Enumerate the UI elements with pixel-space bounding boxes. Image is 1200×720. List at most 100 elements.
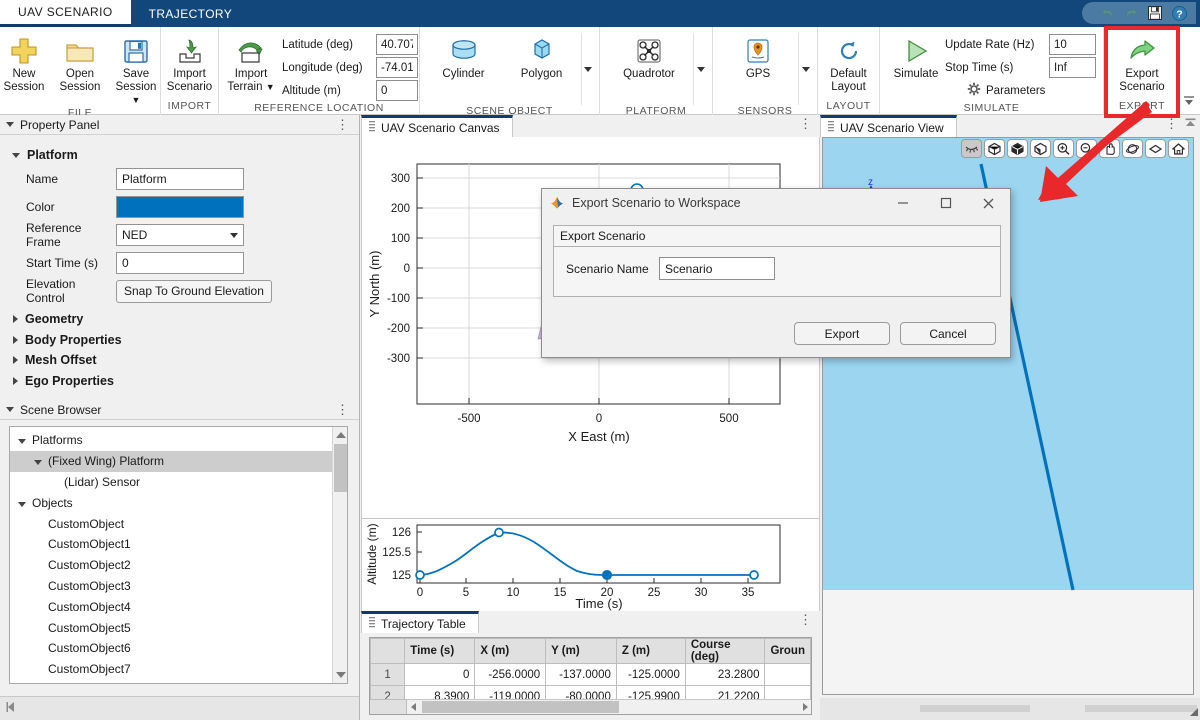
scene-tree-item[interactable]: CustomObject5 xyxy=(10,617,347,638)
default-layout-button[interactable]: Default Layout xyxy=(821,31,877,94)
start-time-input[interactable]: 0 xyxy=(116,252,244,274)
polygon-button[interactable]: Polygon xyxy=(503,31,581,81)
quadrotor-button[interactable]: Quadrotor xyxy=(605,31,693,81)
export-scenario-dialog[interactable]: Export Scenario to Workspace Export Scen… xyxy=(541,188,1011,358)
table-column-header[interactable]: Time (s) xyxy=(405,639,475,664)
cell-y[interactable]: -137.0000 xyxy=(546,664,617,686)
gps-button[interactable]: GPS xyxy=(718,31,798,81)
export-scenario-button[interactable]: Export Scenario xyxy=(1106,31,1178,94)
scene-tree-item[interactable]: CustomObject1 xyxy=(10,534,347,555)
right-status-scroll-a[interactable] xyxy=(920,705,1030,712)
scene-browser-options-icon[interactable]: ⋮ xyxy=(336,402,349,418)
drag-grip-icon[interactable] xyxy=(827,120,836,135)
update-rate-input[interactable] xyxy=(1049,34,1096,55)
cell-time[interactable]: 0 xyxy=(405,664,475,686)
scene-tree-item[interactable]: (Lidar) Sensor xyxy=(10,472,347,493)
tab-trajectory[interactable]: TRAJECTORY xyxy=(131,0,251,27)
chevron-down-icon[interactable] xyxy=(18,433,32,447)
import-scenario-button[interactable]: Import Scenario xyxy=(162,31,218,94)
tab-uav-scenario[interactable]: UAV SCENARIO xyxy=(0,0,131,27)
cell-course[interactable]: 23.2800 xyxy=(685,664,765,686)
table-column-header[interactable]: X (m) xyxy=(475,639,546,664)
latitude-input[interactable] xyxy=(376,34,418,55)
sensors-gallery-dropdown[interactable] xyxy=(798,33,812,105)
table-column-header[interactable]: Z (m) xyxy=(616,639,685,664)
scroll-right-icon[interactable] xyxy=(799,700,812,714)
export-button[interactable]: Export xyxy=(794,322,890,345)
tab-trajectory-table[interactable]: Trajectory Table xyxy=(361,611,479,633)
snap-to-ground-elevation-button[interactable]: Snap To Ground Elevation xyxy=(116,280,272,303)
cancel-button[interactable]: Cancel xyxy=(900,322,996,345)
scrollbar-thumb[interactable] xyxy=(422,701,619,713)
cell-x[interactable]: -256.0000 xyxy=(475,664,546,686)
row-index-cell[interactable]: 1 xyxy=(371,664,405,686)
datatip-icon[interactable] xyxy=(1145,139,1166,158)
section-ego-properties[interactable]: Ego Properties xyxy=(12,371,359,392)
open-session-button[interactable]: Open Session xyxy=(52,31,108,94)
trajectory-options-icon[interactable]: ⋮ xyxy=(799,612,812,628)
scene-tree-item[interactable]: CustomObject7 xyxy=(10,659,347,680)
section-geometry[interactable]: Geometry xyxy=(12,309,359,330)
table-column-header[interactable] xyxy=(371,639,405,664)
chevron-down-icon[interactable] xyxy=(34,454,48,468)
orbit-icon[interactable] xyxy=(1122,139,1143,158)
altitude-input[interactable] xyxy=(376,80,418,101)
platform-color-swatch[interactable] xyxy=(116,196,244,218)
table-column-header[interactable]: Y (m) xyxy=(546,639,617,664)
drag-grip-icon[interactable] xyxy=(368,616,377,631)
cell-z[interactable]: -125.0000 xyxy=(616,664,685,686)
platform-gallery-dropdown[interactable] xyxy=(693,33,707,105)
platform-section-header[interactable]: Platform xyxy=(12,145,359,165)
collapse-right-dock-icon[interactable] xyxy=(1182,115,1198,131)
longitude-input[interactable] xyxy=(376,57,418,78)
scroll-up-icon[interactable] xyxy=(333,427,348,443)
cube-view-icon[interactable] xyxy=(1007,139,1028,158)
tab-uav-scenario-view[interactable]: UAV Scenario View xyxy=(820,115,957,137)
right-status-scroll-b[interactable] xyxy=(1085,705,1197,712)
platform-name-input[interactable]: Platform xyxy=(116,168,244,190)
parameters-row[interactable]: Parameters xyxy=(945,79,1096,102)
cylinder-button[interactable]: Cylinder xyxy=(425,31,503,81)
scenario-view-options-icon[interactable]: ⋮ xyxy=(1165,116,1178,132)
zoom-out-icon[interactable] xyxy=(1076,139,1097,158)
scroll-left-icon[interactable] xyxy=(407,700,420,714)
resize-grip-icon[interactable] xyxy=(1187,705,1199,720)
close-icon[interactable] xyxy=(967,189,1010,217)
cell-ground[interactable] xyxy=(765,664,811,686)
maximize-icon[interactable] xyxy=(924,189,967,217)
table-column-header[interactable]: Course (deg) xyxy=(685,639,765,664)
scrollbar-thumb[interactable] xyxy=(334,444,347,492)
rotate-view-icon[interactable] xyxy=(984,139,1005,158)
canvas-options-icon[interactable]: ⋮ xyxy=(799,116,812,132)
tab-uav-scenario-canvas[interactable]: UAV Scenario Canvas xyxy=(361,115,513,137)
home-icon[interactable] xyxy=(1168,139,1189,158)
simulate-button[interactable]: Simulate xyxy=(887,31,945,81)
undo-icon[interactable] xyxy=(1096,3,1118,23)
collapse-left-dock-icon[interactable] xyxy=(4,700,18,717)
scene-object-gallery-dropdown[interactable] xyxy=(581,33,595,105)
save-icon[interactable] xyxy=(1144,3,1166,23)
scene-tree-item[interactable]: CustomObject3 xyxy=(10,576,347,597)
table-column-header[interactable]: Groun xyxy=(765,639,811,664)
import-terrain-button[interactable]: Import Terrain ▼ xyxy=(220,31,282,94)
scroll-down-icon[interactable] xyxy=(333,667,348,683)
scene-tree-item[interactable]: CustomObject2 xyxy=(10,555,347,576)
brush-icon[interactable] xyxy=(961,139,982,158)
scene-tree-item[interactable]: CustomObject xyxy=(10,513,347,534)
scene-tree-item[interactable]: Platforms xyxy=(10,430,347,451)
scene-tree-scrollbar[interactable] xyxy=(332,427,347,683)
table-horizontal-scrollbar[interactable] xyxy=(407,699,812,714)
reference-frame-select[interactable]: NED xyxy=(116,224,244,246)
section-mesh-offset[interactable]: Mesh Offset xyxy=(12,350,359,371)
collapse-caret-icon[interactable] xyxy=(6,407,14,412)
scene-tree-item[interactable]: CustomObject4 xyxy=(10,596,347,617)
stop-time-input[interactable] xyxy=(1049,57,1096,78)
scene-tree-item[interactable]: Objects xyxy=(10,492,347,513)
zoom-in-icon[interactable] xyxy=(1053,139,1074,158)
scenario-name-input[interactable]: Scenario xyxy=(659,257,775,280)
drag-grip-icon[interactable] xyxy=(368,120,377,135)
ribbon-collapse-button[interactable] xyxy=(1181,94,1197,111)
minimize-icon[interactable] xyxy=(881,189,924,217)
new-session-button[interactable]: New Session xyxy=(0,31,52,94)
trajectory-table[interactable]: Time (s)X (m)Y (m)Z (m)Course (deg)Groun… xyxy=(369,637,812,715)
